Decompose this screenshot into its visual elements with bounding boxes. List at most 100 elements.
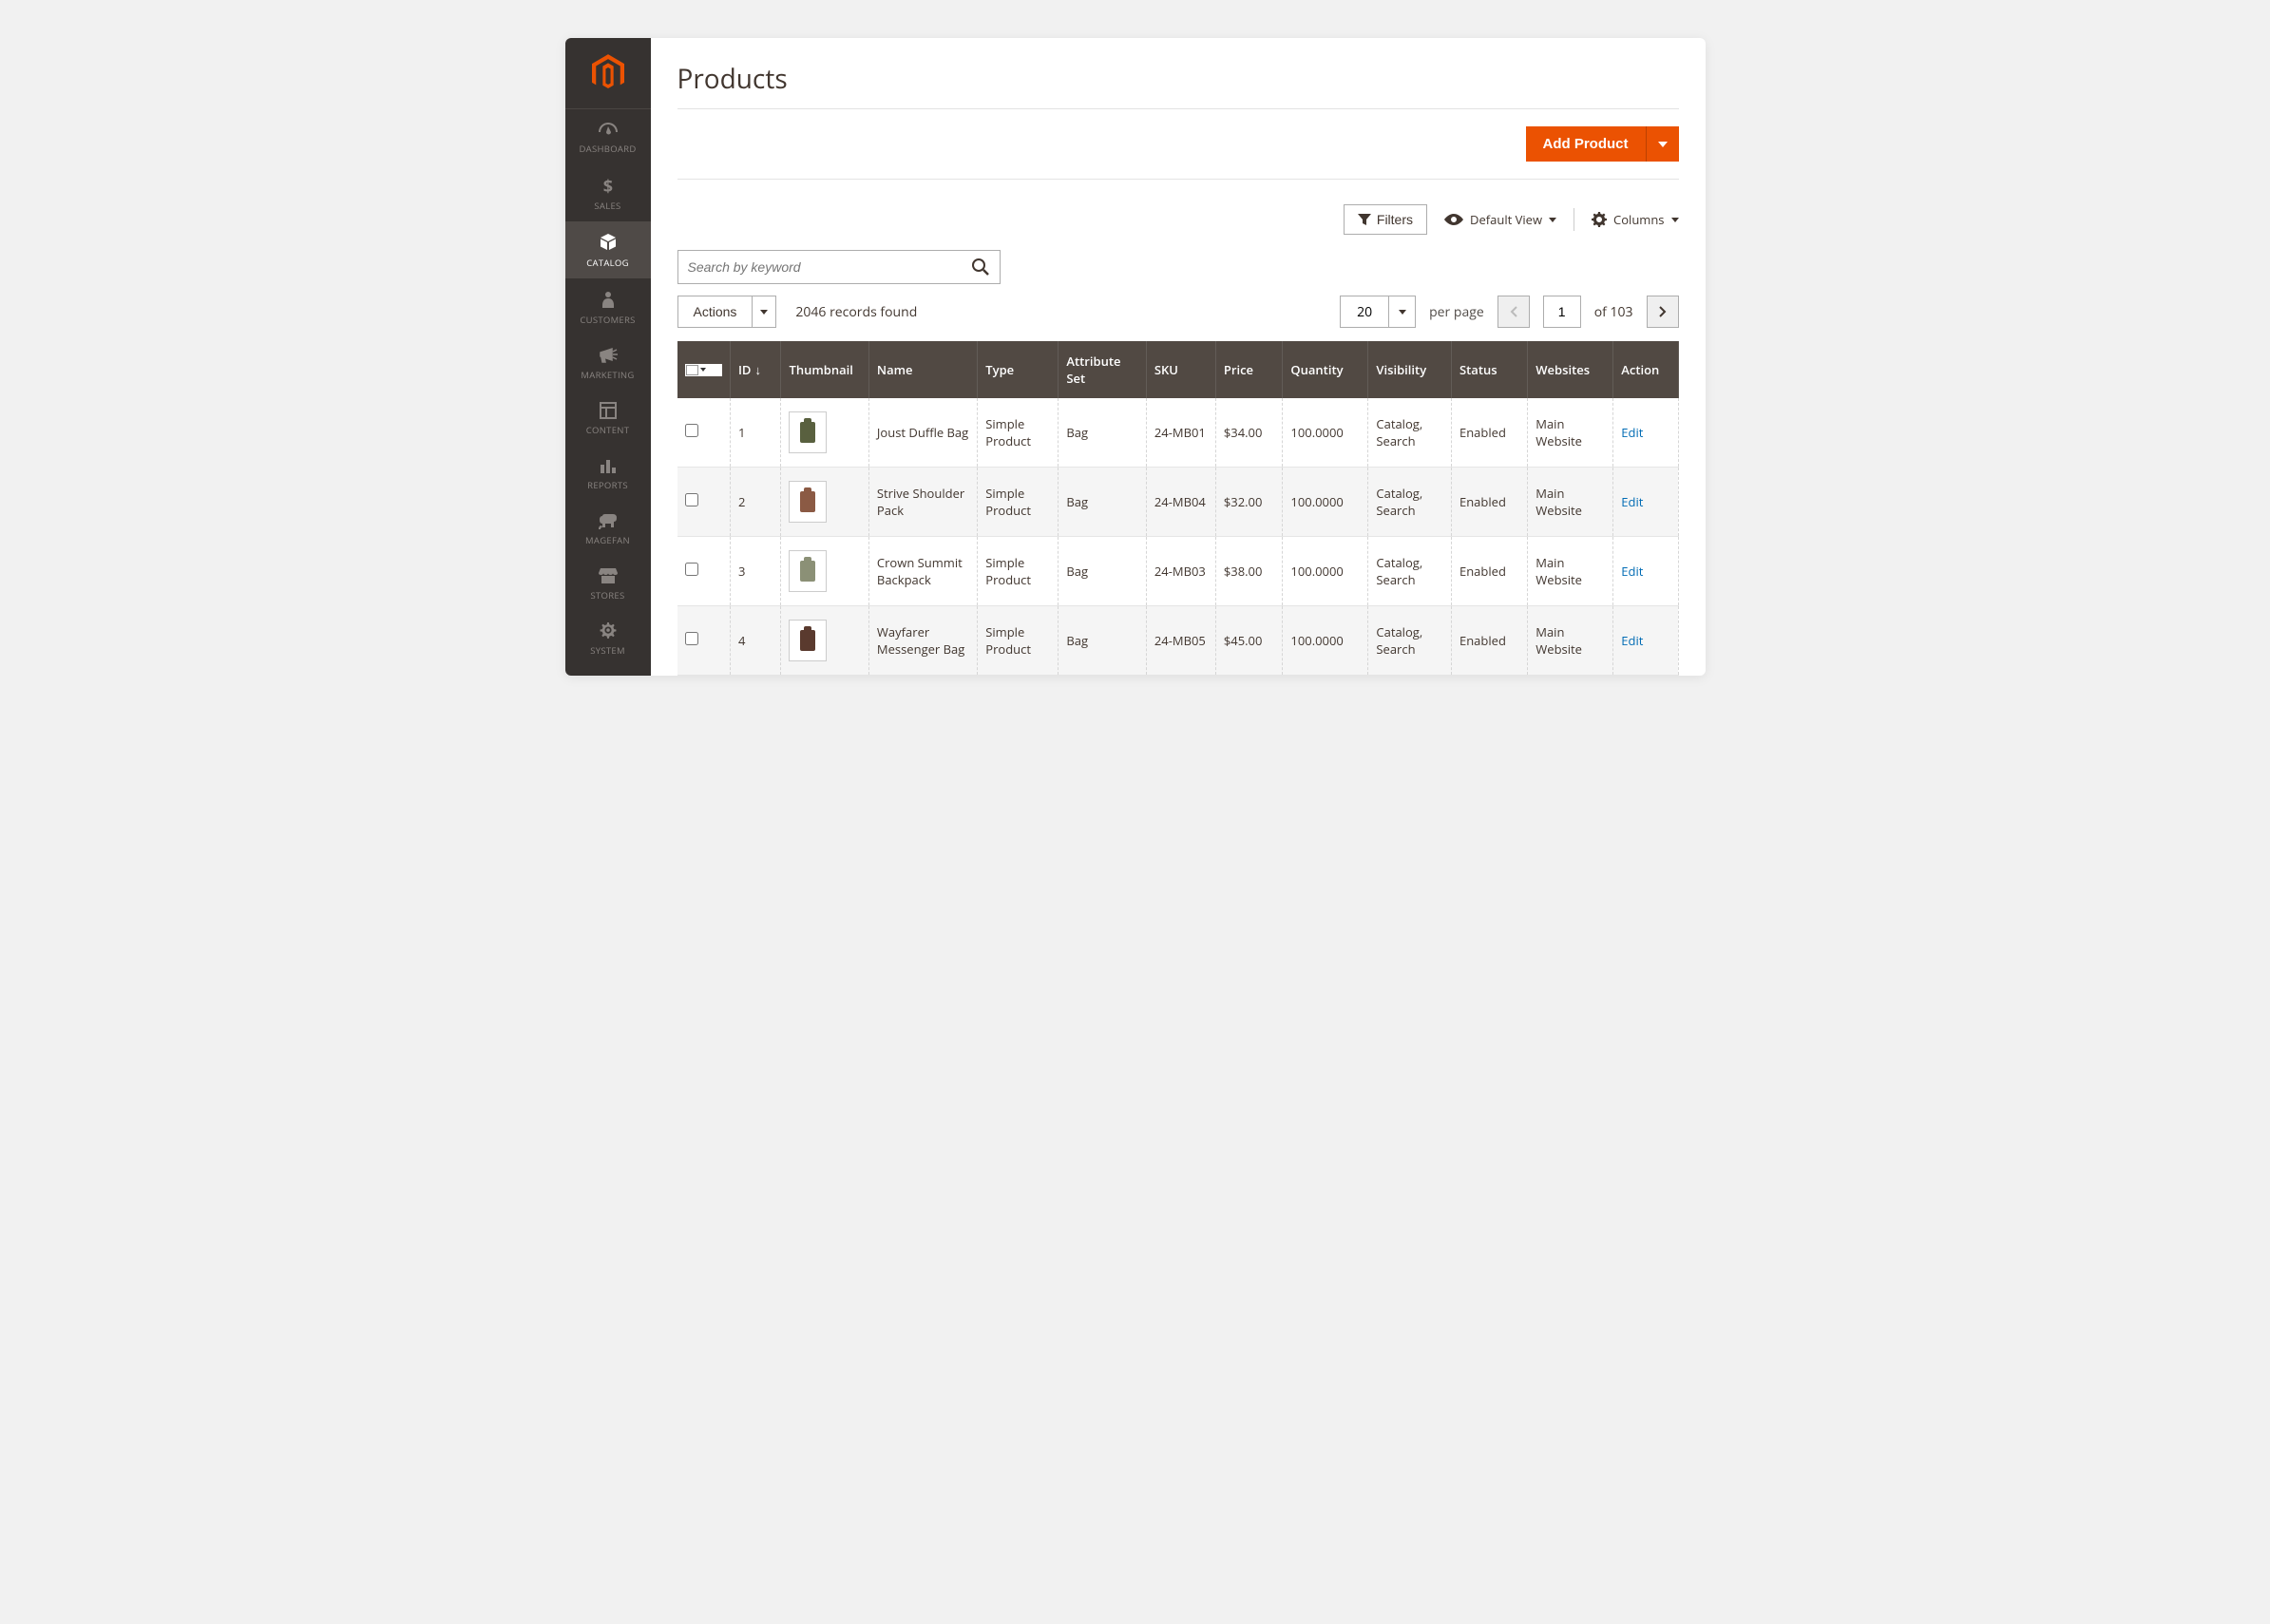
cell-type: Simple Product	[978, 398, 1059, 468]
actions-caret[interactable]	[753, 296, 776, 328]
col-header-attribute-set[interactable]: Attribute Set	[1059, 341, 1146, 398]
col-header-select[interactable]	[677, 341, 731, 398]
cell-quantity: 100.0000	[1283, 468, 1368, 537]
col-header-visibility[interactable]: Visibility	[1368, 341, 1452, 398]
cell-action: Edit	[1613, 398, 1678, 468]
nav-stores[interactable]: STORES	[565, 556, 651, 611]
columns-label: Columns	[1613, 211, 1664, 228]
records-found: 2046 records found	[795, 303, 917, 321]
page-size-value[interactable]: 20	[1340, 296, 1389, 328]
cell-status: Enabled	[1451, 398, 1527, 468]
main-content: Products Add Product Filters Default Vie…	[651, 38, 1706, 676]
row-checkbox[interactable]	[685, 563, 698, 576]
nav-reports[interactable]: REPORTS	[565, 446, 651, 501]
cell-websites: Main Website	[1528, 468, 1613, 537]
edit-link[interactable]: Edit	[1621, 563, 1643, 580]
products-table: ID↓ Thumbnail Name Type Attribute Set SK…	[677, 341, 1679, 676]
current-page-input[interactable]	[1543, 296, 1581, 328]
cell-price: $38.00	[1215, 537, 1283, 606]
default-view-toggle[interactable]: Default View	[1444, 211, 1556, 228]
add-product-button[interactable]: Add Product	[1526, 126, 1646, 162]
nav-customers[interactable]: CUSTOMERS	[565, 278, 651, 335]
edit-link[interactable]: Edit	[1621, 424, 1643, 441]
cell-attribute-set: Bag	[1059, 468, 1146, 537]
actions-dropdown: Actions	[677, 296, 777, 328]
cell-sku: 24-MB05	[1146, 606, 1215, 676]
nav-system[interactable]: SYSTEM	[565, 611, 651, 666]
controls-row: Actions 2046 records found 20 per page o…	[677, 296, 1679, 328]
table-row: 1Joust Duffle BagSimple ProductBag24-MB0…	[677, 398, 1679, 468]
col-header-price[interactable]: Price	[1215, 341, 1283, 398]
cell-visibility: Catalog, Search	[1368, 468, 1452, 537]
actions-button[interactable]: Actions	[677, 296, 753, 328]
cell-select	[677, 468, 731, 537]
total-pages: of 103	[1594, 303, 1633, 321]
edit-link[interactable]: Edit	[1621, 632, 1643, 649]
default-view-label: Default View	[1470, 211, 1542, 228]
col-header-websites[interactable]: Websites	[1528, 341, 1613, 398]
nav-sales[interactable]: $ SALES	[565, 164, 651, 221]
bar-chart-icon	[600, 457, 617, 474]
cell-visibility: Catalog, Search	[1368, 606, 1452, 676]
prev-page-button[interactable]	[1497, 296, 1530, 328]
caret-down-icon	[1671, 218, 1679, 222]
search-icon[interactable]	[971, 258, 990, 277]
product-thumbnail	[789, 550, 827, 592]
cell-thumbnail	[781, 398, 868, 468]
cell-websites: Main Website	[1528, 537, 1613, 606]
caret-down-icon	[700, 368, 706, 372]
edit-link[interactable]: Edit	[1621, 493, 1643, 510]
row-checkbox[interactable]	[685, 632, 698, 645]
select-all-checkbox[interactable]	[685, 364, 722, 376]
cell-type: Simple Product	[978, 468, 1059, 537]
cell-select	[677, 606, 731, 676]
cell-name: Wayfarer Messenger Bag	[868, 606, 977, 676]
add-product-split-button: Add Product	[1526, 126, 1679, 162]
cell-status: Enabled	[1451, 468, 1527, 537]
cell-select	[677, 398, 731, 468]
cell-status: Enabled	[1451, 537, 1527, 606]
col-header-name[interactable]: Name	[868, 341, 977, 398]
col-header-sku[interactable]: SKU	[1146, 341, 1215, 398]
app-window: DASHBOARD $ SALES CATALOG CUSTOMERS MARK…	[565, 38, 1706, 676]
cell-thumbnail	[781, 537, 868, 606]
box-icon	[599, 233, 618, 252]
nav-label: MAGEFAN	[585, 534, 630, 546]
col-header-id[interactable]: ID↓	[730, 341, 781, 398]
filters-button[interactable]: Filters	[1344, 204, 1427, 235]
row-checkbox[interactable]	[685, 493, 698, 506]
cell-select	[677, 537, 731, 606]
col-header-action[interactable]: Action	[1613, 341, 1678, 398]
cell-websites: Main Website	[1528, 606, 1613, 676]
funnel-icon	[1358, 214, 1371, 225]
nav-label: MARKETING	[581, 369, 634, 381]
dollar-icon: $	[601, 176, 615, 195]
cell-websites: Main Website	[1528, 398, 1613, 468]
nav-marketing[interactable]: MARKETING	[565, 335, 651, 391]
nav-label: CATALOG	[586, 257, 629, 269]
grid-toolbar: Filters Default View Columns	[677, 204, 1679, 235]
columns-toggle[interactable]: Columns	[1592, 211, 1678, 228]
search-input[interactable]	[688, 259, 971, 275]
next-page-button[interactable]	[1647, 296, 1679, 328]
col-header-quantity[interactable]: Quantity	[1283, 341, 1368, 398]
add-product-dropdown[interactable]	[1646, 126, 1679, 162]
right-controls: 20 per page of 103	[1340, 296, 1678, 328]
col-header-thumbnail[interactable]: Thumbnail	[781, 341, 868, 398]
caret-down-icon	[1549, 218, 1556, 222]
nav-magefan[interactable]: MAGEFAN	[565, 501, 651, 556]
nav-catalog[interactable]: CATALOG	[565, 221, 651, 278]
table-header-row: ID↓ Thumbnail Name Type Attribute Set SK…	[677, 341, 1679, 398]
row-checkbox[interactable]	[685, 424, 698, 437]
cell-visibility: Catalog, Search	[1368, 537, 1452, 606]
product-thumbnail	[789, 620, 827, 661]
nav-label: STORES	[591, 589, 625, 602]
cell-price: $45.00	[1215, 606, 1283, 676]
col-header-status[interactable]: Status	[1451, 341, 1527, 398]
caret-down-icon	[760, 310, 768, 315]
storefront-icon	[599, 567, 618, 584]
nav-content[interactable]: CONTENT	[565, 391, 651, 446]
col-header-type[interactable]: Type	[978, 341, 1059, 398]
page-size-dropdown[interactable]	[1389, 296, 1416, 328]
nav-dashboard[interactable]: DASHBOARD	[565, 109, 651, 164]
